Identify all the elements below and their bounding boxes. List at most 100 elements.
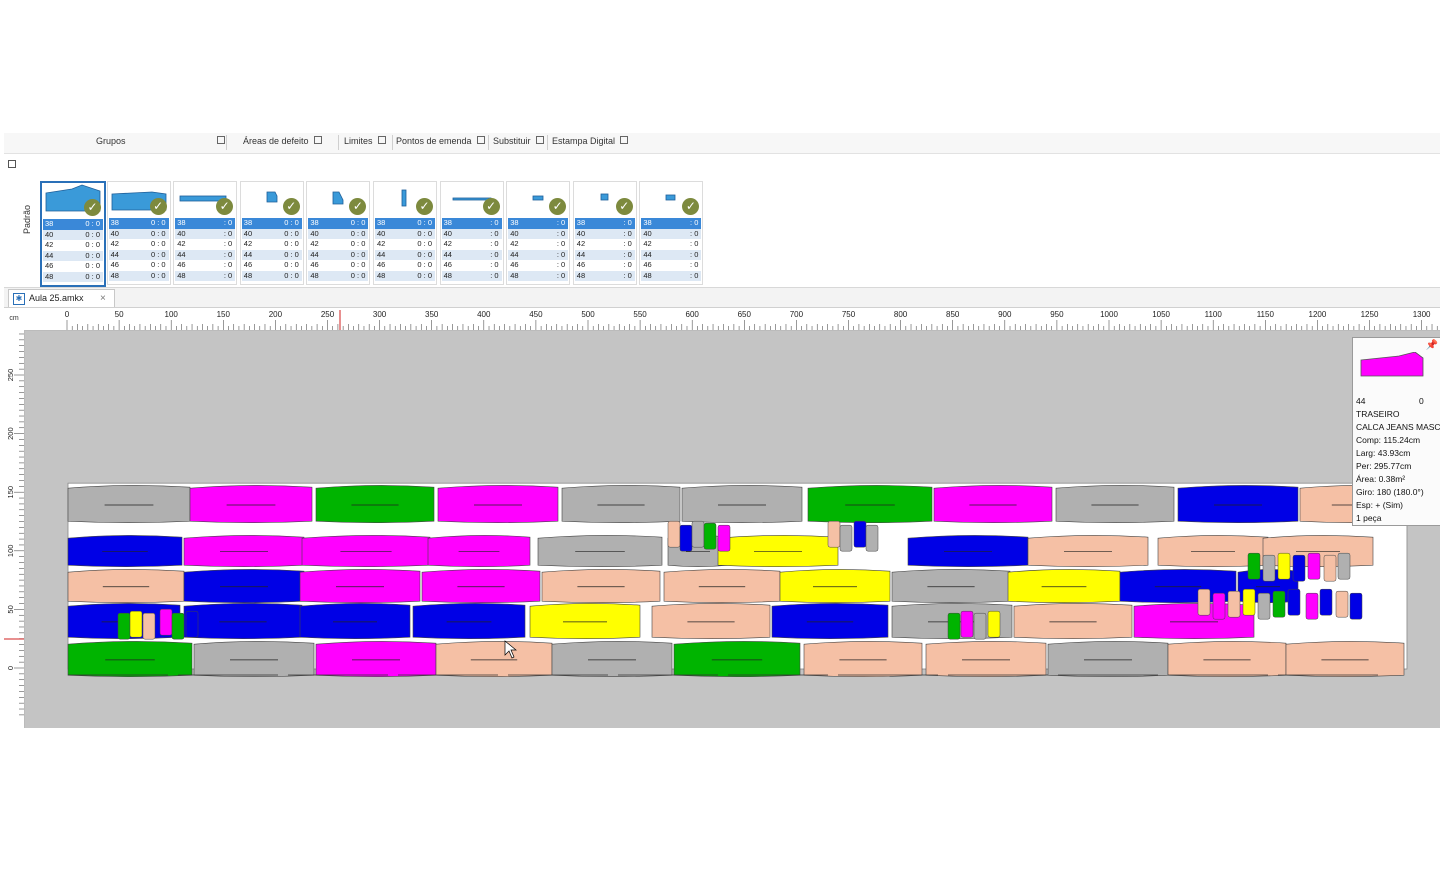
panel-pin-icon[interactable] bbox=[8, 160, 16, 168]
size-row[interactable]: 38: 0 bbox=[441, 218, 502, 229]
size-quantity: 0 : 0 bbox=[85, 229, 100, 239]
size-row[interactable]: 48 0 : 0 bbox=[241, 270, 302, 281]
size-row[interactable]: 44 0 : 0 bbox=[308, 249, 369, 260]
piece-card-1[interactable]: ✓ 38 0 : 0 40 0 : 0 42 0 : 0 44 0 : 0 46 0 : 0 48 0 … bbox=[40, 181, 106, 287]
size-row[interactable]: 48 0 : 0 bbox=[308, 270, 369, 281]
size-row[interactable]: 38 0 : 0 bbox=[375, 218, 435, 229]
size-row[interactable]: 48 0 : 0 bbox=[375, 270, 435, 281]
size-row[interactable]: 46: 0 bbox=[508, 260, 568, 271]
size-row[interactable]: 48: 0 bbox=[441, 270, 502, 281]
size-row[interactable]: 40 0 : 0 bbox=[308, 228, 369, 239]
marker-piece bbox=[1055, 485, 1175, 523]
size-row[interactable]: 42 0 : 0 bbox=[375, 239, 435, 250]
size-row[interactable]: 46: 0 bbox=[175, 260, 235, 271]
piece-card-5[interactable]: ✓ 38 0 : 0 40 0 : 0 42 0 : 0 44 0 : 0 46 0 : 0 48 0 … bbox=[306, 181, 371, 285]
size-label: 44 bbox=[576, 249, 586, 259]
size-row[interactable]: 44: 0 bbox=[508, 249, 569, 260]
size-row[interactable]: 48 0 : 0 bbox=[108, 270, 169, 281]
size-row[interactable]: 48 0 : 0 bbox=[43, 271, 103, 282]
size-row[interactable]: 42: 0 bbox=[575, 239, 635, 250]
piece-card-4[interactable]: ✓ 38 0 : 0 40 0 : 0 42 0 : 0 44 0 : 0 46 0 : 0 48 0 … bbox=[239, 181, 304, 285]
piece-card-6[interactable]: ✓ 38 0 : 0 40 0 : 0 42 0 : 0 44 0 : 0 46 0 : 0 48 0 … bbox=[373, 181, 437, 285]
piece-card-10[interactable]: ✓ 38: 0 40: 0 42: 0 44: 0 46: 0 48: 0 bbox=[639, 181, 704, 285]
piece-card-7[interactable]: ✓ 38: 0 40: 0 42: 0 44: 0 46: 0 48: 0 bbox=[439, 181, 504, 285]
piece-card-8[interactable]: ✓ 38: 0 40: 0 42: 0 44: 0 46: 0 48: 0 bbox=[506, 181, 571, 285]
size-row[interactable]: 40 0 : 0 bbox=[108, 228, 169, 239]
marker-small-piece bbox=[1349, 592, 1363, 620]
size-row[interactable]: 48: 0 bbox=[508, 270, 569, 281]
grupos-launcher-icon[interactable] bbox=[212, 136, 225, 146]
ribbon-group-grupos[interactable]: Grupos bbox=[96, 136, 126, 146]
size-row[interactable]: 42 0 : 0 bbox=[43, 240, 103, 251]
size-row[interactable]: 42: 0 bbox=[175, 239, 235, 250]
size-row[interactable]: 42 0 : 0 bbox=[308, 239, 368, 250]
close-icon[interactable]: × bbox=[100, 290, 106, 307]
size-row[interactable]: 46: 0 bbox=[575, 260, 635, 271]
ribbon-group-areas-de-defeito[interactable]: Áreas de defeito bbox=[243, 136, 322, 146]
size-row[interactable]: 38: 0 bbox=[641, 218, 702, 229]
piece-card-9[interactable]: ✓ 38: 0 40: 0 42: 0 44: 0 46: 0 48: 0 bbox=[572, 181, 637, 285]
size-row[interactable]: 44: 0 bbox=[574, 249, 635, 260]
ruler-left-tick-label: 250 bbox=[6, 369, 15, 382]
size-row[interactable]: 38 0 : 0 bbox=[43, 219, 103, 230]
size-row[interactable]: 40: 0 bbox=[574, 228, 635, 239]
size-row[interactable]: 40: 0 bbox=[441, 228, 502, 239]
size-row[interactable]: 46 0 : 0 bbox=[242, 260, 302, 271]
size-label: 46 bbox=[310, 260, 319, 269]
size-label: 46 bbox=[443, 260, 452, 269]
size-row[interactable]: 42 0 : 0 bbox=[109, 239, 169, 250]
ruler-top[interactable]: 0 50 100 150 200 250 300 350 400 450 500 550 600 650 7… bbox=[24, 308, 1440, 331]
size-row[interactable]: 44 0 : 0 bbox=[43, 250, 103, 261]
size-row[interactable]: 44 0 : 0 bbox=[241, 249, 302, 260]
marker-piece bbox=[673, 641, 801, 677]
marker-canvas[interactable] bbox=[25, 331, 1440, 728]
size-row[interactable]: 46 0 : 0 bbox=[375, 260, 435, 271]
size-row[interactable]: 42: 0 bbox=[508, 239, 568, 250]
size-row[interactable]: 40 0 : 0 bbox=[375, 228, 435, 239]
size-row[interactable]: 42 0 : 0 bbox=[242, 239, 302, 250]
size-row[interactable]: 40: 0 bbox=[641, 228, 702, 239]
marker-small-piece bbox=[973, 612, 987, 640]
ribbon-group-limites[interactable]: Limites bbox=[344, 136, 386, 146]
size-row[interactable]: 38: 0 bbox=[508, 218, 569, 229]
size-row[interactable]: 38: 0 bbox=[175, 218, 236, 229]
size-row[interactable]: 46: 0 bbox=[442, 260, 502, 271]
size-row[interactable]: 42: 0 bbox=[442, 239, 502, 250]
marker-small-piece bbox=[1305, 592, 1319, 620]
size-row[interactable]: 40: 0 bbox=[175, 228, 236, 239]
marker-piece bbox=[1047, 641, 1169, 677]
size-row[interactable]: 38 0 : 0 bbox=[241, 218, 302, 229]
ruler-unit: cm bbox=[4, 308, 25, 331]
ribbon-group-substituir[interactable]: Substituir bbox=[493, 136, 544, 146]
size-row[interactable]: 44: 0 bbox=[641, 249, 702, 260]
size-row[interactable]: 46 0 : 0 bbox=[308, 260, 368, 271]
tooltip-comp: Comp: 115.24cm bbox=[1356, 435, 1421, 445]
ruler-top-tick-label: 700 bbox=[790, 310, 804, 319]
piece-card-3[interactable]: ✓ 38: 0 40: 0 42: 0 44: 0 46: 0 48: 0 bbox=[173, 181, 238, 285]
size-row[interactable]: 46: 0 bbox=[641, 260, 701, 271]
size-row[interactable]: 46 0 : 0 bbox=[43, 261, 103, 272]
size-row[interactable]: 38 0 : 0 bbox=[308, 218, 369, 229]
size-row[interactable]: 44 0 : 0 bbox=[375, 249, 435, 260]
size-row[interactable]: 48: 0 bbox=[574, 270, 635, 281]
size-row[interactable]: 38: 0 bbox=[574, 218, 635, 229]
size-row[interactable]: 44 0 : 0 bbox=[108, 249, 169, 260]
size-row[interactable]: 44: 0 bbox=[175, 249, 236, 260]
ribbon-group-estampa-digital[interactable]: Estampa Digital bbox=[552, 136, 629, 146]
ribbon-group-pontos-de-emenda[interactable]: Pontos de emenda bbox=[396, 136, 485, 146]
size-row[interactable]: 46 0 : 0 bbox=[109, 260, 169, 271]
tab-aula-25[interactable]: ✱ Aula 25.amkx × bbox=[8, 289, 115, 307]
size-label: 38 bbox=[510, 218, 519, 227]
ruler-left[interactable]: 0 50 100 150 200 250 bbox=[4, 330, 25, 728]
size-row[interactable]: 40 0 : 0 bbox=[43, 229, 103, 240]
size-row[interactable]: 42: 0 bbox=[641, 239, 701, 250]
piece-card-2[interactable]: ✓ 38 0 : 0 40 0 : 0 42 0 : 0 44 0 : 0 46 0 : 0 48 0 … bbox=[106, 181, 171, 285]
size-row[interactable]: 40 0 : 0 bbox=[241, 228, 302, 239]
size-row[interactable]: 38 0 : 0 bbox=[108, 218, 169, 229]
size-row[interactable]: 48: 0 bbox=[641, 270, 702, 281]
size-row[interactable]: 48: 0 bbox=[175, 270, 236, 281]
ruler-left-tick-label: 200 bbox=[6, 427, 15, 440]
size-row[interactable]: 44: 0 bbox=[441, 249, 502, 260]
size-row[interactable]: 40: 0 bbox=[508, 228, 569, 239]
pin-icon[interactable]: 📌 bbox=[1426, 340, 1438, 351]
